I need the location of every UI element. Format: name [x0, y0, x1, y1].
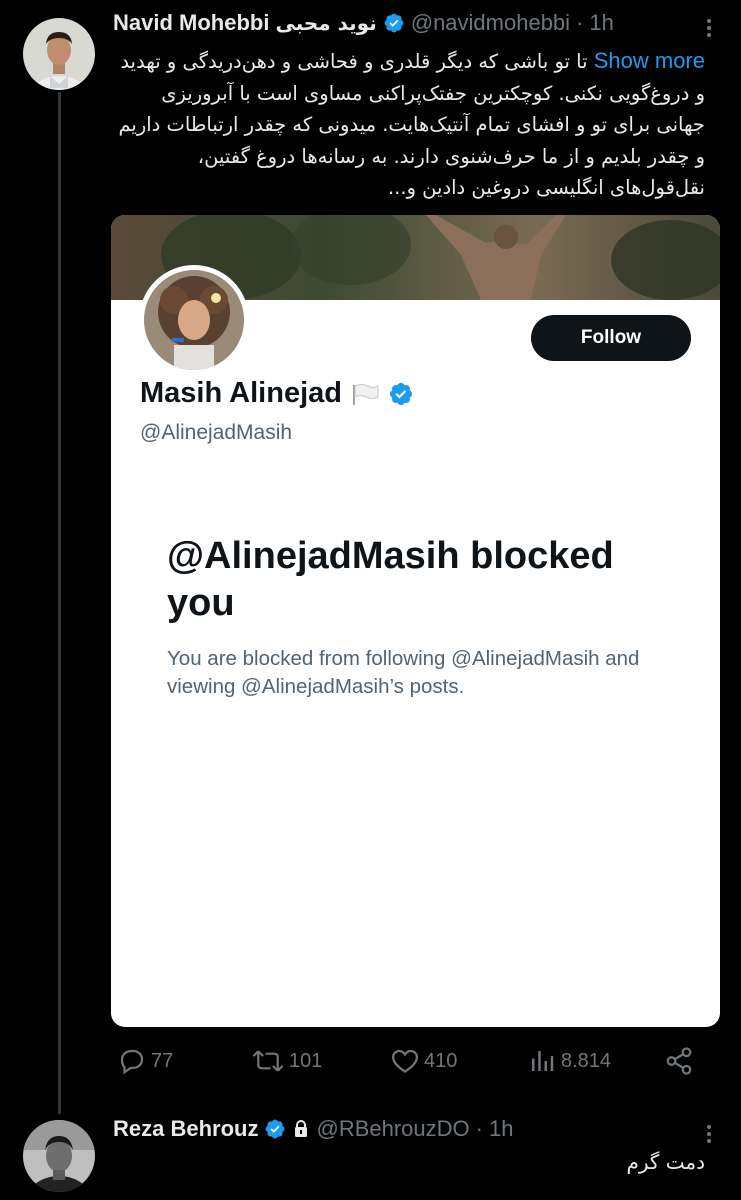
- reply-timestamp[interactable]: 1h: [489, 1116, 513, 1142]
- reply-text: دمت گرم: [626, 1150, 705, 1174]
- share-button[interactable]: [664, 1046, 694, 1076]
- tweet-header: Navid Mohebbi نوید محبی @navidmohebbi · …: [113, 10, 614, 36]
- follow-button[interactable]: Follow: [531, 315, 691, 361]
- reply-author-avatar[interactable]: [23, 1120, 95, 1192]
- author-handle[interactable]: @navidmohebbi: [411, 10, 570, 36]
- profile-name: Masih Alinejad: [140, 377, 414, 410]
- like-icon: [391, 1049, 419, 1073]
- separator-dot: ·: [475, 1116, 483, 1141]
- profile-handle: @AlinejadMasih: [140, 421, 293, 444]
- views-button[interactable]: 8.814: [527, 1046, 611, 1076]
- reply-author-name[interactable]: Reza Behrouz: [113, 1116, 258, 1142]
- like-button[interactable]: 410: [390, 1046, 457, 1076]
- share-icon: [666, 1047, 692, 1075]
- verified-badge-icon: [266, 1119, 285, 1139]
- repost-button[interactable]: 101: [251, 1046, 322, 1076]
- embedded-screenshot-card[interactable]: Follow Masih Alinejad @AlinejadMasih @Al…: [111, 215, 720, 1027]
- reply-header: Reza Behrouz @RBehrouzDO · 1h: [113, 1116, 513, 1142]
- lock-icon: [295, 1120, 308, 1137]
- author-name[interactable]: Navid Mohebbi: [113, 10, 269, 36]
- author-avatar[interactable]: [23, 18, 95, 90]
- white-flag-icon: [352, 383, 379, 405]
- repost-count: 101: [289, 1049, 323, 1072]
- profile-avatar[interactable]: [139, 265, 249, 375]
- reply-button[interactable]: 77: [117, 1046, 173, 1076]
- repost-icon: [252, 1050, 284, 1072]
- blocked-description: You are blocked from following @Alinejad…: [167, 647, 640, 698]
- author-name-persian[interactable]: نوید محبی: [275, 11, 376, 35]
- tweet-timestamp[interactable]: 1h: [589, 10, 613, 36]
- thread-connector-line: [58, 92, 61, 1114]
- reply-author-handle[interactable]: @RBehrouzDO: [316, 1116, 469, 1142]
- more-options-icon[interactable]: [707, 16, 711, 40]
- tweet-action-bar: 77 101 410 8.814: [113, 1046, 713, 1080]
- profile-display-name: Masih Alinejad: [140, 377, 342, 409]
- tweet-text: Show more تا تو باشی که دیگر قلدری و فحا…: [113, 45, 705, 204]
- verified-badge-icon: [384, 13, 404, 33]
- blocked-title: @AlinejadMasih blocked you: [167, 535, 614, 624]
- verified-badge-icon: [389, 382, 413, 405]
- more-options-icon[interactable]: [707, 1122, 711, 1146]
- show-more-link[interactable]: Show more: [594, 48, 705, 73]
- views-count: 8.814: [561, 1049, 612, 1072]
- views-icon: [532, 1051, 554, 1071]
- like-count: 410: [424, 1049, 458, 1072]
- reply-icon: [120, 1049, 144, 1075]
- reply-count: 77: [151, 1049, 174, 1072]
- separator-dot: ·: [576, 10, 584, 35]
